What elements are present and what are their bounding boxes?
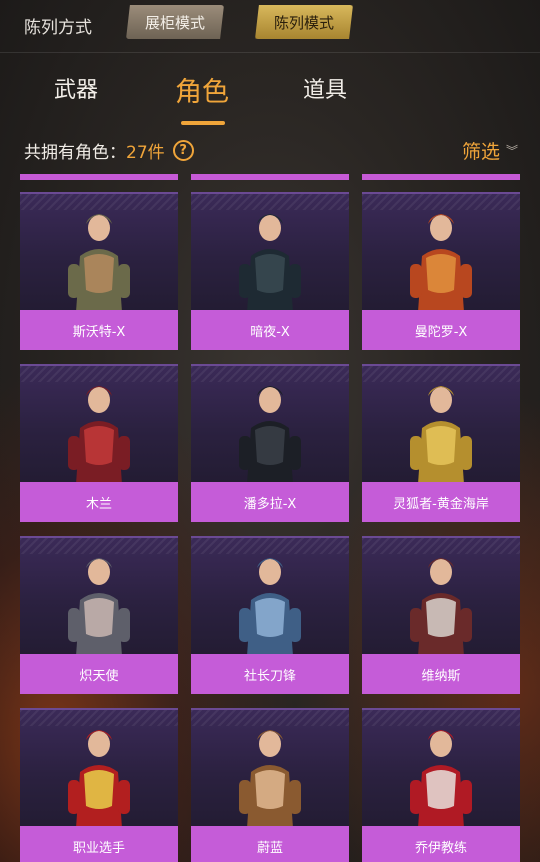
- character-portrait: [191, 364, 349, 482]
- character-name: 暗夜-X: [191, 310, 349, 350]
- character-card[interactable]: 木兰: [20, 364, 178, 522]
- partial-card: [20, 174, 178, 180]
- dark-suit-figure-icon: [239, 386, 301, 482]
- tab-characters[interactable]: 角色: [175, 70, 229, 109]
- red-outfit-figure-icon: [68, 386, 130, 482]
- filter-button[interactable]: 筛选 ︾: [462, 137, 518, 164]
- soldier-figure-icon: [68, 214, 130, 310]
- character-portrait: [20, 708, 178, 826]
- owned-count-value: 27件: [126, 142, 165, 163]
- character-portrait: [191, 536, 349, 654]
- character-name: 炽天使: [20, 654, 178, 694]
- red-coat-figure-icon: [410, 730, 472, 826]
- character-card[interactable]: 社长刀锋: [191, 536, 349, 694]
- character-card[interactable]: 潘多拉-X: [191, 364, 349, 522]
- character-portrait: [191, 708, 349, 826]
- character-grid: 斯沃特-X 暗夜-X 曼陀罗-X 木兰 潘多拉-X 灵狐者-黄金海岸 炽天使 社…: [0, 168, 540, 862]
- owned-count: 共拥有角色： 27件 ?: [24, 138, 194, 163]
- partial-card: [191, 174, 349, 180]
- character-name: 斯沃特-X: [20, 310, 178, 350]
- character-portrait: [362, 536, 520, 654]
- character-name: 社长刀锋: [191, 654, 349, 694]
- character-name: 木兰: [20, 482, 178, 522]
- character-card[interactable]: 蔚蓝: [191, 708, 349, 862]
- character-portrait: [362, 364, 520, 482]
- character-card[interactable]: 职业选手: [20, 708, 178, 862]
- character-card[interactable]: 灵狐者-黄金海岸: [362, 364, 520, 522]
- filter-label: 筛选: [461, 141, 500, 163]
- character-card[interactable]: 炽天使: [20, 536, 178, 694]
- denim-figure-icon: [239, 558, 301, 654]
- agent-figure-icon: [239, 214, 301, 310]
- help-icon[interactable]: ?: [172, 139, 194, 161]
- character-card[interactable]: 斯沃特-X: [20, 192, 178, 350]
- character-portrait: [191, 192, 349, 310]
- racer-figure-icon: [68, 730, 130, 826]
- brown-outfit-figure-icon: [239, 730, 301, 826]
- owned-count-label: 共拥有角色：: [24, 142, 126, 163]
- divider: [0, 52, 540, 53]
- character-portrait: [20, 192, 178, 310]
- character-name: 维纳斯: [362, 654, 520, 694]
- character-name: 曼陀罗-X: [362, 310, 520, 350]
- character-portrait: [362, 708, 520, 826]
- lace-outfit-figure-icon: [68, 558, 130, 654]
- character-name: 乔伊教练: [362, 826, 520, 862]
- tab-items[interactable]: 道具: [303, 72, 347, 104]
- chevron-down-icon: ︾: [505, 144, 518, 158]
- character-name: 潘多拉-X: [191, 482, 349, 522]
- character-card[interactable]: 曼陀罗-X: [362, 192, 520, 350]
- character-portrait: [20, 536, 178, 654]
- character-name: 蔚蓝: [191, 826, 349, 862]
- list-mode-button[interactable]: 陈列模式: [255, 5, 353, 39]
- character-portrait: [20, 364, 178, 482]
- character-name: 职业选手: [20, 826, 178, 862]
- character-name: 灵狐者-黄金海岸: [362, 482, 520, 522]
- tab-weapons[interactable]: 武器: [54, 72, 98, 104]
- arrange-bar: 陈列方式 展柜模式 陈列模式: [0, 0, 540, 48]
- arrange-label: 陈列方式: [24, 18, 92, 38]
- showcase-mode-button[interactable]: 展柜模式: [126, 5, 224, 39]
- character-card[interactable]: 维纳斯: [362, 536, 520, 694]
- character-card[interactable]: 暗夜-X: [191, 192, 349, 350]
- partial-card: [362, 174, 520, 180]
- active-tab-indicator: [181, 121, 225, 125]
- character-card[interactable]: 乔伊教练: [362, 708, 520, 862]
- redhead-figure-icon: [410, 214, 472, 310]
- gold-outfit-figure-icon: [410, 386, 472, 482]
- silver-hair-figure-icon: [410, 558, 472, 654]
- character-portrait: [362, 192, 520, 310]
